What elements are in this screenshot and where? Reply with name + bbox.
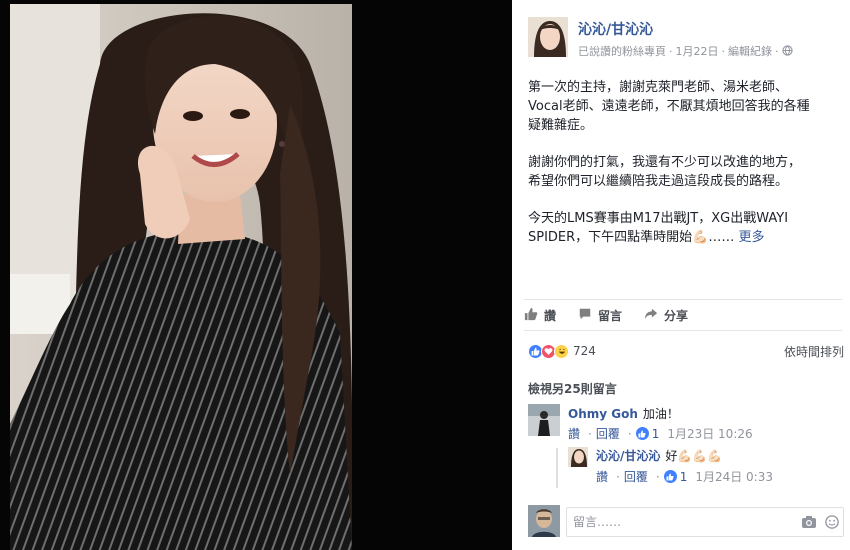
- share-button-label: 分享: [664, 308, 689, 323]
- page-name-link[interactable]: 沁沁/甘沁沁: [578, 19, 653, 39]
- post-paragraph: 今天的LMS賽事由M17出戰JT，XG出戰WAYI SPIDER，下午四點準時開…: [528, 211, 789, 245]
- like-button[interactable]: 讚: [524, 307, 556, 324]
- see-more-link[interactable]: 更多: [739, 230, 765, 245]
- post-body: 第一次的主持，謝謝克萊門老師、湯米老師、 Vocal老師、遠遠老師，不厭其煩地回…: [528, 78, 844, 265]
- post-panel: 沁沁/甘沁沁 已說讚的粉絲專頁 · 1月22日 · 編輯紀錄 · 第一次的主持，謝謝克萊門…: [512, 0, 850, 550]
- reply-line: 沁沁/甘沁沁 好💪🏻💪🏻💪🏻: [596, 447, 722, 464]
- comment-actions: 讚 · 回覆 · 1 1月23日 10:26: [568, 425, 753, 442]
- current-user-avatar[interactable]: [528, 505, 560, 537]
- reply-comment: 沁沁/甘沁沁 好💪🏻💪🏻💪🏻 讚 · 回覆 · 1 1月24日 0:33: [568, 447, 842, 487]
- comment-input-box[interactable]: [566, 507, 844, 537]
- post-header: 沁沁/甘沁沁 已說讚的粉絲專頁 · 1月22日 · 編輯紀錄 ·: [528, 14, 842, 64]
- reply-like-count[interactable]: 1: [680, 470, 688, 484]
- camera-icon[interactable]: [801, 515, 817, 532]
- reply-thread-line: [556, 448, 558, 488]
- comment-like-link[interactable]: 讚: [568, 425, 580, 442]
- reply-actions: 讚 · 回覆 · 1 1月24日 0:33: [596, 468, 773, 485]
- sort-comments-dropdown[interactable]: 依時間排列: [784, 343, 844, 360]
- reactions-summary: 724 依時間排列: [528, 341, 844, 361]
- reaction-count[interactable]: 724: [573, 344, 596, 358]
- comment-icon: [578, 307, 598, 324]
- post-meta: 已說讚的粉絲專頁 · 1月22日 · 編輯紀錄 ·: [578, 43, 793, 59]
- reply-timestamp[interactable]: 1月24日 0:33: [695, 468, 773, 485]
- replier-avatar[interactable]: [568, 447, 588, 467]
- comment-like-count[interactable]: 1: [652, 427, 660, 441]
- reply-reply-link[interactable]: 回覆: [624, 468, 648, 485]
- comment: Ohmy Goh 加油！ 讚 · 回覆 · 1 1月23日 10:26: [528, 404, 842, 444]
- comment-input[interactable]: [567, 508, 787, 536]
- post-action-bar: 讚 留言 分享: [524, 299, 842, 331]
- photo-viewer: [0, 0, 512, 550]
- comment-composer: [528, 505, 844, 539]
- commenter-avatar[interactable]: [528, 404, 560, 436]
- post-photo[interactable]: [10, 4, 352, 550]
- post-paragraph: 謝謝你們的打氣，我還有不少可以改進的地方， 希望你們可以繼續陪我走過這段成長的路…: [528, 155, 802, 189]
- comment-author-link[interactable]: Ohmy Goh: [568, 407, 638, 421]
- globe-icon[interactable]: [781, 45, 793, 59]
- comment-button-label: 留言: [598, 308, 623, 323]
- comment-button[interactable]: 留言: [578, 307, 622, 324]
- reply-like-link[interactable]: 讚: [596, 468, 608, 485]
- comment-reply-link[interactable]: 回覆: [596, 425, 620, 442]
- post-date[interactable]: 1月22日: [676, 45, 719, 58]
- like-button-label: 讚: [544, 308, 557, 323]
- view-more-comments-link[interactable]: 檢視另25則留言: [528, 380, 617, 397]
- reply-author-link[interactable]: 沁沁/甘沁沁: [596, 449, 660, 463]
- sticker-icon[interactable]: [825, 515, 839, 532]
- post-paragraph: 第一次的主持，謝謝克萊門老師、湯米老師、 Vocal老師、遠遠老師，不厭其煩地回…: [528, 80, 810, 133]
- page-avatar[interactable]: [528, 17, 568, 57]
- liked-page-label[interactable]: 已說讚的粉絲專頁: [578, 45, 666, 58]
- composer-icons: [801, 515, 839, 532]
- share-icon: [644, 307, 664, 324]
- comment-text: 加油！: [642, 407, 679, 421]
- comment-timestamp[interactable]: 1月23日 10:26: [667, 425, 752, 442]
- edit-history-link[interactable]: 編輯紀錄: [728, 45, 772, 58]
- like-reaction-icon: [663, 470, 677, 483]
- comment-line: Ohmy Goh 加油！: [568, 405, 679, 422]
- reply-text: 好💪🏻💪🏻💪🏻: [665, 449, 723, 463]
- share-button[interactable]: 分享: [644, 307, 688, 324]
- haha-reaction-icon[interactable]: [554, 343, 569, 359]
- like-reaction-icon: [635, 427, 649, 440]
- thumbs-up-icon: [524, 307, 544, 324]
